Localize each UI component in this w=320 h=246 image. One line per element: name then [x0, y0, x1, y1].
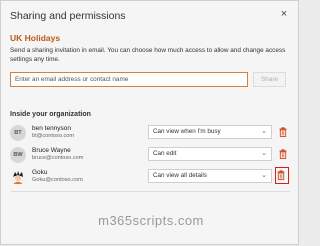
person-row: Goku Goku@contoso.com Can view all detai… [10, 167, 290, 187]
chevron-down-icon: ⌄ [261, 128, 267, 135]
avatar-photo-icon [10, 169, 26, 185]
person-name: Goku [32, 169, 48, 176]
chevron-down-icon: ⌄ [261, 150, 267, 157]
avatar: BT [10, 125, 26, 141]
trash-icon[interactable] [275, 167, 289, 184]
permission-value: Can view all details [153, 172, 207, 179]
permission-value: Can view when I'm busy [153, 128, 221, 135]
person-email: bt@contoso.com [32, 133, 75, 139]
share-button[interactable]: Share [253, 72, 286, 87]
calendar-name: UK Holidays [10, 33, 61, 43]
email-field[interactable] [10, 72, 248, 87]
dialog-title: Sharing and permissions [10, 10, 126, 22]
chevron-down-icon: ⌄ [261, 172, 267, 179]
org-section-title: Inside your organization [10, 111, 91, 118]
person-row: BT ben tennyson bt@contoso.com Can view … [10, 123, 290, 143]
share-description: Send a sharing invitation in email. You … [10, 47, 286, 63]
person-email: Goku@contoso.com [32, 177, 83, 183]
watermark: m365scripts.com [98, 213, 204, 228]
permission-dropdown[interactable]: Can edit ⌄ [148, 147, 272, 161]
permission-dropdown[interactable]: Can view when I'm busy ⌄ [148, 125, 272, 139]
sharing-dialog: Sharing and permissions × UK Holidays Se… [0, 0, 299, 245]
person-name: ben tennyson [32, 125, 72, 132]
person-email: bruce@contoso.com [32, 155, 84, 161]
person-row: BW Bruce Wayne bruce@contoso.com Can edi… [10, 145, 290, 165]
trash-icon[interactable] [278, 125, 288, 139]
avatar: BW [10, 147, 26, 163]
person-name: Bruce Wayne [32, 147, 71, 154]
permission-dropdown[interactable]: Can view all details ⌄ [148, 169, 272, 183]
trash-icon[interactable] [278, 147, 288, 161]
divider [11, 191, 290, 192]
close-icon[interactable]: × [278, 8, 290, 20]
permission-value: Can edit [153, 150, 177, 157]
